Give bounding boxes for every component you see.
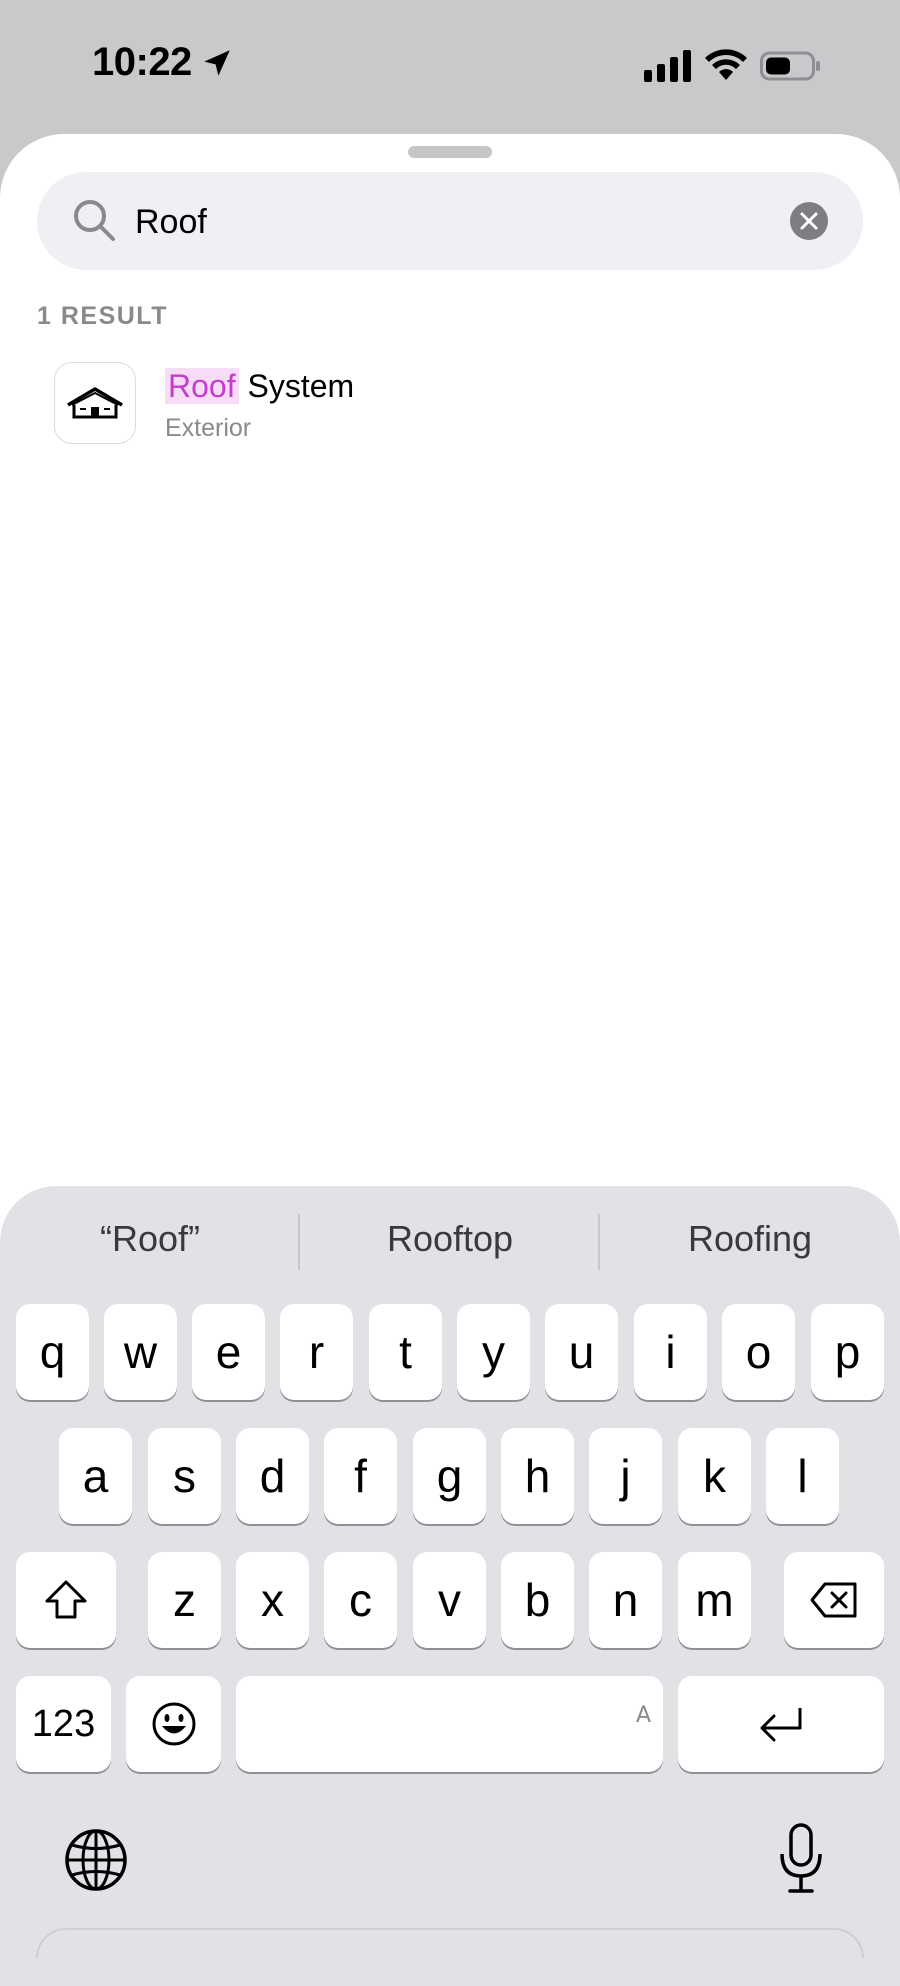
result-title: Roof System [165, 368, 354, 405]
key-p[interactable]: p [811, 1304, 884, 1400]
key-e[interactable]: e [192, 1304, 265, 1400]
key-b[interactable]: b [501, 1552, 574, 1648]
key-z[interactable]: z [148, 1552, 221, 1648]
shift-icon [45, 1580, 87, 1619]
keyboard: “Roof” Rooftop Roofing q w e r t y u i o… [0, 1186, 900, 1986]
microphone-icon[interactable] [778, 1822, 824, 1896]
bottom-sheet-edge [36, 1928, 864, 1958]
suggestion-2[interactable]: Rooftop [300, 1218, 600, 1260]
key-o[interactable]: o [722, 1304, 795, 1400]
key-q[interactable]: q [16, 1304, 89, 1400]
result-count: 1 RESULT [37, 302, 168, 330]
emoji-key[interactable] [126, 1676, 221, 1772]
shift-key[interactable] [16, 1552, 116, 1648]
autocorrect-bar: “Roof” Rooftop Roofing [0, 1186, 900, 1296]
result-thumbnail [54, 362, 136, 444]
key-n[interactable]: n [589, 1552, 662, 1648]
key-l[interactable]: l [766, 1428, 839, 1524]
key-h[interactable]: h [501, 1428, 574, 1524]
key-t[interactable]: t [369, 1304, 442, 1400]
close-icon [800, 212, 818, 230]
key-j[interactable]: j [589, 1428, 662, 1524]
key-i[interactable]: i [634, 1304, 707, 1400]
key-f[interactable]: f [324, 1428, 397, 1524]
key-y[interactable]: y [457, 1304, 530, 1400]
key-u[interactable]: u [545, 1304, 618, 1400]
key-w[interactable]: w [104, 1304, 177, 1400]
search-input[interactable] [133, 190, 797, 254]
key-c[interactable]: c [324, 1552, 397, 1648]
delete-key[interactable] [784, 1552, 884, 1648]
match-highlight: Roof [165, 368, 239, 404]
space-key-indicator: A [635, 1703, 651, 1728]
key-k[interactable]: k [678, 1428, 751, 1524]
status-time: 10:22 [92, 40, 192, 84]
key-g[interactable]: g [413, 1428, 486, 1524]
cellular-signal-icon [644, 50, 691, 82]
key-d[interactable]: d [236, 1428, 309, 1524]
key-v[interactable]: v [413, 1552, 486, 1648]
wifi-icon [705, 49, 747, 80]
key-a[interactable]: a [59, 1428, 132, 1524]
location-arrow-icon [204, 50, 230, 76]
sheet-grabber[interactable] [408, 146, 492, 158]
emoji-icon [152, 1702, 195, 1746]
key-r[interactable]: r [280, 1304, 353, 1400]
suggestion-1[interactable]: “Roof” [0, 1218, 300, 1260]
battery-icon [760, 51, 820, 81]
clear-search-button[interactable] [790, 202, 828, 240]
backspace-icon [810, 1582, 857, 1618]
space-key[interactable]: A [236, 1676, 663, 1772]
return-key[interactable] [678, 1676, 884, 1772]
search-bar[interactable] [37, 172, 863, 270]
key-x[interactable]: x [236, 1552, 309, 1648]
status-bar: 10:22 [0, 0, 900, 130]
list-item[interactable]: Roof System Exterior [54, 362, 854, 448]
numbers-key[interactable]: 123 [16, 1676, 111, 1772]
search-icon [74, 200, 115, 241]
result-title-rest: System [238, 368, 355, 404]
globe-icon[interactable] [64, 1828, 128, 1892]
key-m[interactable]: m [678, 1552, 751, 1648]
return-icon [760, 1708, 802, 1742]
result-category: Exterior [165, 414, 252, 442]
house-roof-icon [67, 387, 123, 419]
key-s[interactable]: s [148, 1428, 221, 1524]
suggestion-3[interactable]: Roofing [600, 1218, 900, 1260]
